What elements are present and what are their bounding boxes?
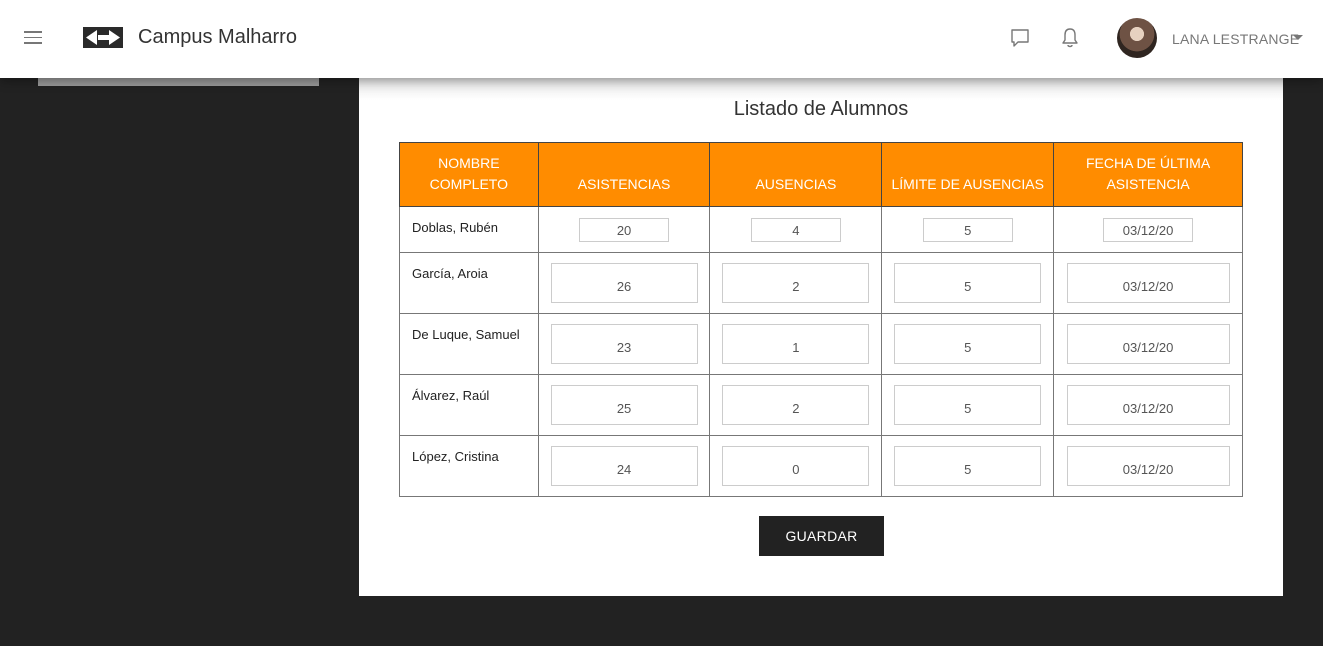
fecha-input[interactable]: 03/12/20 xyxy=(1066,324,1230,364)
table-row: López, Cristina 24 0 5 03/12/20 xyxy=(399,435,1243,497)
ausencias-input[interactable]: 1 xyxy=(722,324,870,364)
ausencias-input[interactable]: 2 xyxy=(722,263,870,303)
column-header-ausencias: AUSENCIAS xyxy=(709,142,883,207)
student-name: Álvarez, Raúl xyxy=(399,374,539,436)
limite-input[interactable]: 5 xyxy=(922,217,1013,242)
fecha-input[interactable]: 03/12/20 xyxy=(1066,263,1230,303)
student-name: López, Cristina xyxy=(399,435,539,497)
column-header-fecha: FECHA DE ÚLTIMA ASISTENCIA xyxy=(1053,142,1243,207)
chat-icon[interactable] xyxy=(1010,28,1030,48)
sidebar-strip xyxy=(38,78,319,86)
table-header-row: NOMBRE COMPLETO ASISTENCIAS AUSENCIAS LÍ… xyxy=(399,142,1243,207)
logo-icon xyxy=(83,27,123,48)
table-row: De Luque, Samuel 23 1 5 03/12/20 xyxy=(399,313,1243,375)
bell-icon[interactable] xyxy=(1060,27,1080,49)
student-name: Doblas, Rubén xyxy=(399,206,539,253)
fecha-input[interactable]: 03/12/20 xyxy=(1066,385,1230,425)
table-row: García, Aroia 26 2 5 03/12/20 xyxy=(399,252,1243,314)
student-name: García, Aroia xyxy=(399,252,539,314)
asistencias-input[interactable]: 25 xyxy=(550,385,698,425)
table-row: Álvarez, Raúl 25 2 5 03/12/20 xyxy=(399,374,1243,436)
limite-input[interactable]: 5 xyxy=(894,263,1042,303)
student-name: De Luque, Samuel xyxy=(399,313,539,375)
ausencias-input[interactable]: 2 xyxy=(722,385,870,425)
table-row: Doblas, Rubén 20 4 5 03/12/20 xyxy=(399,206,1243,253)
top-navbar: Campus Malharro LANA LESTRANGE xyxy=(0,0,1323,78)
ausencias-input[interactable]: 4 xyxy=(750,217,841,242)
asistencias-input[interactable]: 23 xyxy=(550,324,698,364)
asistencias-input[interactable]: 24 xyxy=(550,446,698,486)
column-header-nombre: NOMBRE COMPLETO xyxy=(399,142,539,207)
students-panel: Listado de Alumnos NOMBRE COMPLETO ASIST… xyxy=(359,78,1283,596)
limite-input[interactable]: 5 xyxy=(894,446,1042,486)
avatar[interactable] xyxy=(1117,18,1157,58)
user-name[interactable]: LANA LESTRANGE xyxy=(1172,31,1299,47)
menu-icon[interactable] xyxy=(24,31,42,45)
column-header-limite: LÍMITE DE AUSENCIAS xyxy=(881,142,1055,207)
asistencias-input[interactable]: 26 xyxy=(550,263,698,303)
chevron-down-icon[interactable] xyxy=(1293,35,1303,40)
brand-name[interactable]: Campus Malharro xyxy=(138,26,297,49)
ausencias-input[interactable]: 0 xyxy=(722,446,870,486)
limite-input[interactable]: 5 xyxy=(894,324,1042,364)
fecha-input[interactable]: 03/12/20 xyxy=(1066,446,1230,486)
column-header-asistencias: ASISTENCIAS xyxy=(537,142,711,207)
fecha-input[interactable]: 03/12/20 xyxy=(1103,217,1194,242)
limite-input[interactable]: 5 xyxy=(894,385,1042,425)
asistencias-input[interactable]: 20 xyxy=(579,217,670,242)
save-button[interactable]: GUARDAR xyxy=(759,516,884,556)
page-title: Listado de Alumnos xyxy=(733,98,909,120)
students-table: NOMBRE COMPLETO ASISTENCIAS AUSENCIAS LÍ… xyxy=(399,142,1243,497)
